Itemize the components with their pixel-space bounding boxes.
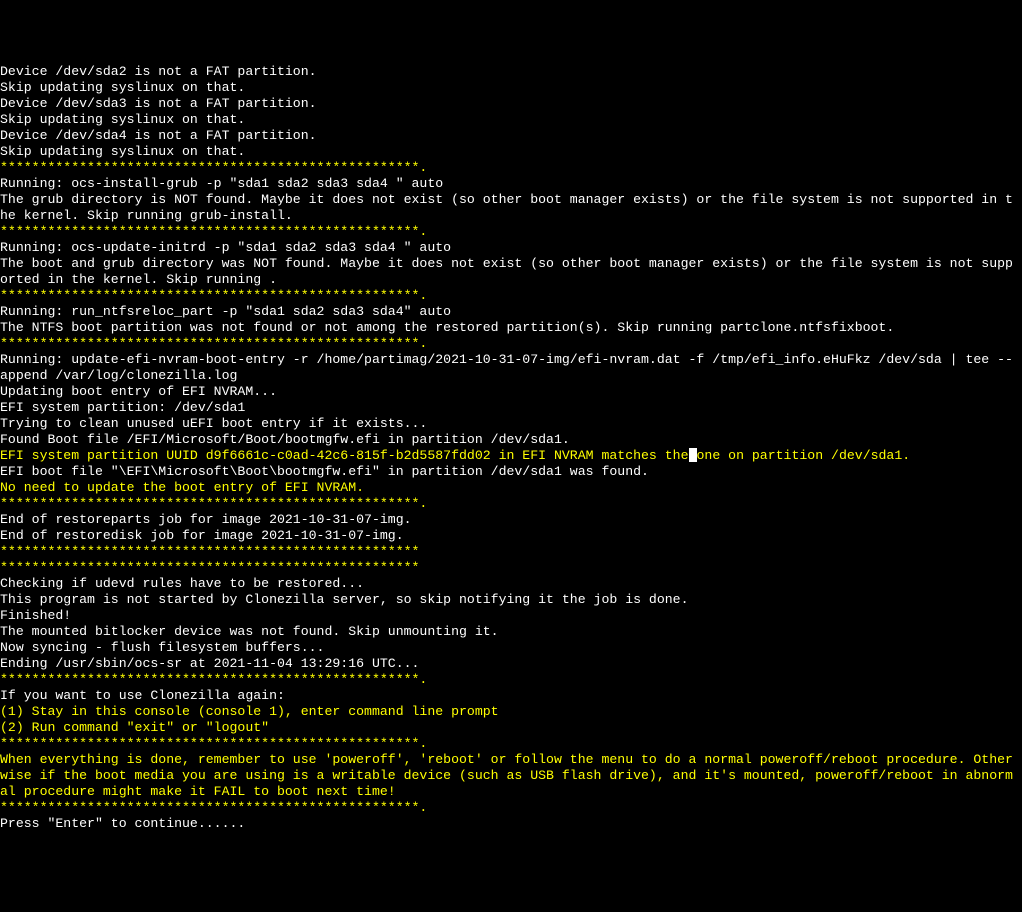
terminal-line: The boot and grub directory was NOT foun…	[0, 256, 1022, 272]
cursor	[689, 448, 697, 462]
terminal-line: ****************************************…	[0, 672, 1022, 688]
terminal-line: ****************************************…	[0, 800, 1022, 816]
terminal-line: Running: ocs-update-initrd -p "sda1 sda2…	[0, 240, 1022, 256]
terminal-line: Running: run_ntfsreloc_part -p "sda1 sda…	[0, 304, 1022, 320]
terminal-line: No need to update the boot entry of EFI …	[0, 480, 1022, 496]
terminal-line: ****************************************…	[0, 160, 1022, 176]
terminal-line: he kernel. Skip running grub-install.	[0, 208, 1022, 224]
terminal-line: Skip updating syslinux on that.	[0, 144, 1022, 160]
terminal-line: EFI boot file "\EFI\Microsoft\Boot\bootm…	[0, 464, 1022, 480]
terminal-line: Device /dev/sda2 is not a FAT partition.	[0, 64, 1022, 80]
terminal-line: This program is not started by Clonezill…	[0, 592, 1022, 608]
terminal-line: wise if the boot media you are using is …	[0, 768, 1022, 784]
terminal-line: The mounted bitlocker device was not fou…	[0, 624, 1022, 640]
terminal-line: The NTFS boot partition was not found or…	[0, 320, 1022, 336]
terminal-line: (2) Run command "exit" or "logout"	[0, 720, 1022, 736]
terminal-line: orted in the kernel. Skip running .	[0, 272, 1022, 288]
terminal-line: Updating boot entry of EFI NVRAM...	[0, 384, 1022, 400]
terminal-line: Skip updating syslinux on that.	[0, 80, 1022, 96]
terminal-line: If you want to use Clonezilla again:	[0, 688, 1022, 704]
terminal-line: Now syncing - flush filesystem buffers..…	[0, 640, 1022, 656]
terminal-line: Skip updating syslinux on that.	[0, 112, 1022, 128]
terminal-line: ****************************************…	[0, 288, 1022, 304]
terminal-line: Found Boot file /EFI/Microsoft/Boot/boot…	[0, 432, 1022, 448]
terminal-line: append /var/log/clonezilla.log	[0, 368, 1022, 384]
terminal-line: ****************************************…	[0, 560, 1022, 576]
terminal-line: ****************************************…	[0, 496, 1022, 512]
terminal-line: End of restoreparts job for image 2021-1…	[0, 512, 1022, 528]
terminal-output[interactable]: Device /dev/sda2 is not a FAT partition.…	[0, 64, 1022, 832]
terminal-line: ****************************************…	[0, 336, 1022, 352]
terminal-line: Trying to clean unused uEFI boot entry i…	[0, 416, 1022, 432]
terminal-line: Finished!	[0, 608, 1022, 624]
terminal-line: The grub directory is NOT found. Maybe i…	[0, 192, 1022, 208]
terminal-line: Device /dev/sda4 is not a FAT partition.	[0, 128, 1022, 144]
terminal-line: Checking if udevd rules have to be resto…	[0, 576, 1022, 592]
terminal-line: Running: update-efi-nvram-boot-entry -r …	[0, 352, 1022, 368]
terminal-line: End of restoredisk job for image 2021-10…	[0, 528, 1022, 544]
terminal-line: Device /dev/sda3 is not a FAT partition.	[0, 96, 1022, 112]
terminal-line: (1) Stay in this console (console 1), en…	[0, 704, 1022, 720]
terminal-line: Running: ocs-install-grub -p "sda1 sda2 …	[0, 176, 1022, 192]
terminal-line: Press "Enter" to continue......	[0, 816, 1022, 832]
terminal-line: EFI system partition: /dev/sda1	[0, 400, 1022, 416]
terminal-line: ****************************************…	[0, 736, 1022, 752]
terminal-line: ****************************************…	[0, 544, 1022, 560]
terminal-line: al procedure might make it FAIL to boot …	[0, 784, 1022, 800]
terminal-line: Ending /usr/sbin/ocs-sr at 2021-11-04 13…	[0, 656, 1022, 672]
terminal-line: ****************************************…	[0, 224, 1022, 240]
terminal-line: EFI system partition UUID d9f6661c-c0ad-…	[0, 448, 1022, 464]
